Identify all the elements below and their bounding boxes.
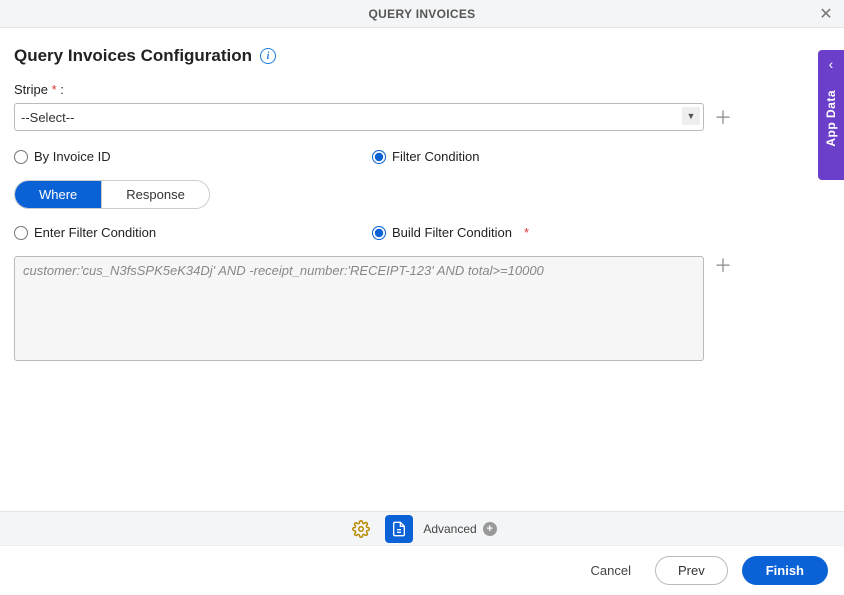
add-stripe-button[interactable]: ＋ — [714, 108, 732, 126]
footer: Cancel Prev Finish — [0, 545, 844, 595]
page-title: Query Invoices Configuration — [14, 46, 252, 66]
finish-button[interactable]: Finish — [742, 556, 828, 585]
close-icon: ✕ — [819, 4, 832, 24]
document-icon — [391, 520, 407, 538]
radio-build-filter-input[interactable] — [372, 226, 386, 240]
dialog-header: QUERY INVOICES ✕ — [0, 0, 844, 28]
settings-button[interactable] — [347, 515, 375, 543]
content-area: Query Invoices Configuration i Stripe * … — [0, 28, 844, 361]
prev-button[interactable]: Prev — [655, 556, 728, 585]
dialog-title: QUERY INVOICES — [369, 7, 476, 21]
radio-enter-filter-input[interactable] — [14, 226, 28, 240]
radio-enter-filter[interactable]: Enter Filter Condition — [14, 225, 372, 240]
required-marker: * — [52, 82, 57, 97]
stripe-label-row: Stripe * : — [14, 82, 830, 97]
plus-circle-icon: + — [483, 522, 497, 536]
tabs: Where Response — [14, 180, 210, 209]
radio-enter-filter-label: Enter Filter Condition — [34, 225, 156, 240]
radio-by-invoice-id-input[interactable] — [14, 150, 28, 164]
gear-icon — [352, 520, 370, 538]
mode-radio-row: By Invoice ID Filter Condition — [14, 149, 830, 164]
filter-textarea-row: ＋ — [14, 256, 830, 361]
plus-icon: ＋ — [714, 104, 732, 130]
colon: : — [60, 82, 64, 97]
stripe-select[interactable] — [14, 103, 704, 131]
cancel-button[interactable]: Cancel — [581, 557, 641, 584]
radio-by-invoice-id-label: By Invoice ID — [34, 149, 111, 164]
radio-build-filter[interactable]: Build Filter Condition * — [372, 225, 529, 240]
toolbar: Advanced + — [0, 511, 844, 545]
advanced-label: Advanced — [423, 522, 476, 536]
add-filter-button[interactable]: ＋ — [714, 256, 732, 274]
radio-filter-condition-label: Filter Condition — [392, 149, 479, 164]
radio-filter-condition[interactable]: Filter Condition — [372, 149, 479, 164]
advanced-button[interactable]: Advanced + — [423, 522, 496, 536]
app-data-label: App Data — [824, 90, 838, 147]
required-marker: * — [524, 225, 529, 240]
filter-mode-radio-row: Enter Filter Condition Build Filter Cond… — [14, 225, 830, 240]
stripe-label: Stripe — [14, 82, 48, 97]
tab-response[interactable]: Response — [101, 181, 209, 208]
app-data-side-tab[interactable]: ‹ App Data — [818, 50, 844, 180]
close-button[interactable]: ✕ — [816, 4, 836, 24]
tab-where[interactable]: Where — [15, 181, 101, 208]
radio-by-invoice-id[interactable]: By Invoice ID — [14, 149, 372, 164]
filter-condition-textarea[interactable] — [14, 256, 704, 361]
radio-filter-condition-input[interactable] — [372, 150, 386, 164]
stripe-select-row: ▼ ＋ — [14, 103, 830, 131]
radio-build-filter-label: Build Filter Condition — [392, 225, 512, 240]
chevron-left-icon: ‹ — [829, 56, 834, 72]
stripe-select-wrapper: ▼ — [14, 103, 704, 131]
info-icon[interactable]: i — [260, 48, 276, 64]
page-title-row: Query Invoices Configuration i — [14, 46, 830, 66]
document-button[interactable] — [385, 515, 413, 543]
plus-icon: ＋ — [714, 252, 732, 278]
